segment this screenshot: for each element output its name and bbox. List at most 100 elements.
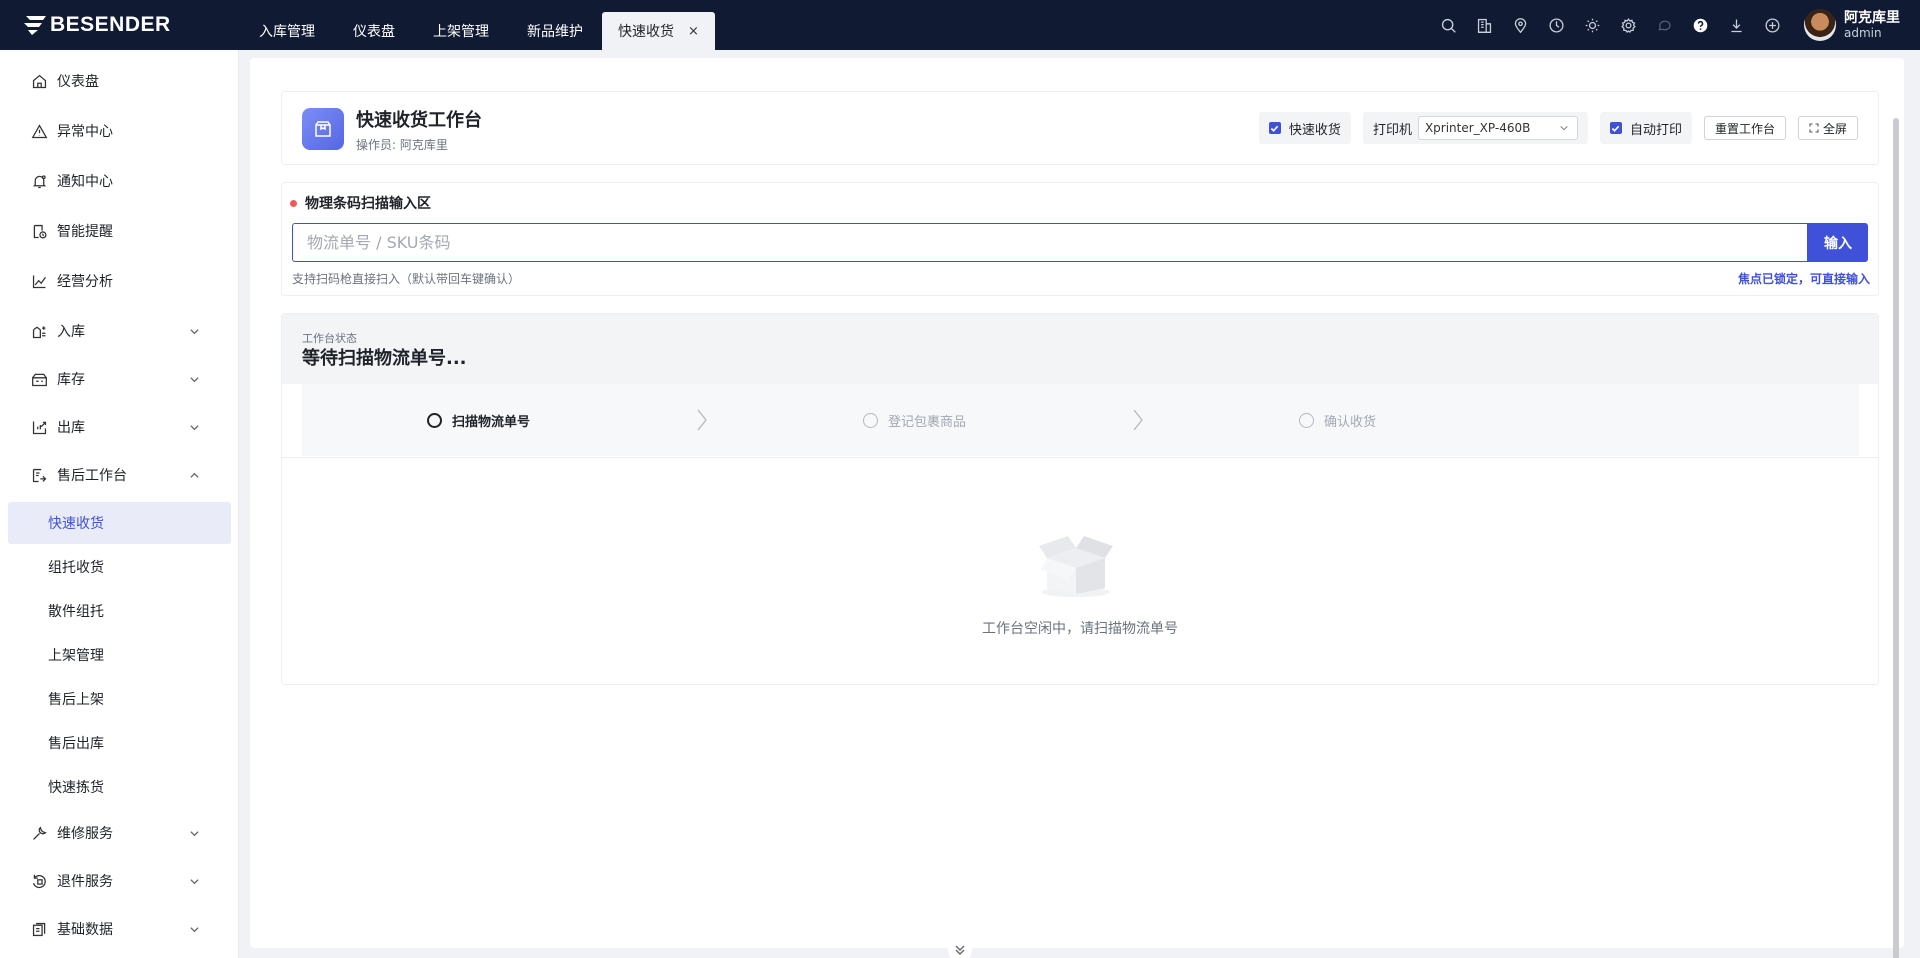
sidebar-item-return-service[interactable]: 退件服务 (0, 859, 239, 903)
divider (282, 457, 1878, 458)
sidebar-item-label: 退件服务 (57, 874, 113, 890)
printer-select[interactable]: Xprinter_XP-460B (1417, 116, 1578, 140)
chevron-right-icon (1133, 409, 1143, 431)
top-nav-tabs: 入库管理 仪表盘 上架管理 新品维护 快速收货 × (240, 0, 715, 50)
printer-value: Xprinter_XP-460B (1424, 121, 1531, 135)
sidebar-item-notification-center[interactable]: 通知中心 (0, 159, 239, 203)
empty-box-icon (1037, 524, 1115, 604)
tab-dashboard[interactable]: 仪表盘 (334, 12, 414, 50)
fullscreen-button[interactable]: 全屏 (1797, 116, 1858, 140)
subitem-pallet-receive[interactable]: 组托收货 (8, 546, 231, 588)
step-scan-tracking: 扫描物流单号 (427, 384, 530, 456)
subitem-loose-palletize[interactable]: 散件组托 (8, 590, 231, 632)
checkbox-checked-icon[interactable] (1268, 122, 1281, 134)
tab-putaway-management[interactable]: 上架管理 (414, 12, 508, 50)
tab-new-product-maintenance[interactable]: 新品维护 (508, 12, 602, 50)
building-icon[interactable] (1466, 0, 1502, 50)
brand-logo[interactable]: BESENDER (0, 0, 240, 50)
checkbox-checked-icon[interactable] (1609, 122, 1622, 134)
workbench-header: 快速收货工作台 操作员: 阿克库里 快速收货 打印机 Xprinter_XP-4… (281, 91, 1879, 165)
chevron-down-icon (190, 376, 199, 382)
scan-input-area: 物理条码扫描输入区 输入 支持扫码枪直接扫入（默认带回车键确认） 焦点已锁定，可… (281, 182, 1879, 296)
progress-steps: 扫描物流单号 登记包裹商品 确认收货 (302, 384, 1859, 456)
workbench-status: 工作台状态 等待扫描物流单号... 扫描物流单号 登记包裹商品 确认收货 工作台… (281, 313, 1879, 685)
download-icon[interactable] (1718, 0, 1754, 50)
scan-area-title-text: 物理条码扫描输入区 (305, 196, 431, 212)
sun-icon[interactable] (1574, 0, 1610, 50)
user-menu[interactable]: 阿克库里 admin (1804, 9, 1900, 41)
sidebar-item-label: 维修服务 (57, 826, 113, 842)
printer-selector: 打印机 Xprinter_XP-460B (1362, 112, 1588, 144)
tab-quick-receive[interactable]: 快速收货 × (602, 12, 715, 50)
reset-workbench-button[interactable]: 重置工作台 (1703, 116, 1786, 140)
chat-icon[interactable] (1646, 0, 1682, 50)
plus-circle-icon[interactable] (1754, 0, 1790, 50)
bell-icon (32, 174, 47, 188)
scan-hint: 支持扫码枪直接扫入（默认带回车键确认） (292, 272, 521, 286)
chevron-down-icon (190, 926, 199, 932)
sidebar-item-aftersales-workbench[interactable]: 售后工作台 (0, 453, 239, 497)
tab-inbound-management[interactable]: 入库管理 (240, 12, 334, 50)
sidebar-item-inventory[interactable]: 库存 (0, 357, 239, 401)
auto-print-toggle[interactable]: 自动打印 (1599, 112, 1692, 144)
subitem-putaway-management[interactable]: 上架管理 (8, 634, 231, 676)
step-label: 登记包裹商品 (888, 414, 967, 430)
chevron-up-icon (190, 472, 199, 478)
subitem-aftersales-putaway[interactable]: 售后上架 (8, 678, 231, 720)
chevron-right-icon (697, 409, 707, 431)
quick-receive-label: 快速收货 (1288, 122, 1341, 138)
step-circle-icon (863, 412, 878, 428)
barcode-input[interactable] (292, 223, 1808, 262)
sidebar-item-smart-reminder[interactable]: 智能提醒 (0, 209, 239, 253)
tab-quick-receive-label: 快速收货 (618, 24, 674, 40)
reset-workbench-label: 重置工作台 (1714, 121, 1775, 136)
submit-barcode-button[interactable]: 输入 (1808, 223, 1868, 262)
sidebar-item-label: 基础数据 (57, 922, 113, 938)
main-content: 快速收货工作台 操作员: 阿克库里 快速收货 打印机 Xprinter_XP-4… (250, 58, 1904, 958)
user-name: 阿克库里 (1844, 9, 1900, 26)
fullscreen-label: 全屏 (1822, 121, 1847, 136)
chevron-down-icon (190, 878, 199, 884)
step-label: 确认收货 (1324, 414, 1377, 430)
sidebar-item-label: 库存 (57, 372, 85, 388)
user-role: admin (1844, 25, 1882, 40)
scan-area-title: 物理条码扫描输入区 (290, 193, 431, 213)
quick-receive-toggle[interactable]: 快速收货 (1258, 112, 1351, 144)
status-header: 工作台状态 等待扫描物流单号... (282, 314, 1878, 384)
subitem-quick-picking[interactable]: 快速拣货 (8, 766, 231, 808)
auto-print-label: 自动打印 (1629, 122, 1682, 138)
sidebar-item-label: 异常中心 (57, 124, 113, 140)
close-tab-icon[interactable]: × (688, 24, 699, 39)
subitem-aftersales-outbound[interactable]: 售后出库 (8, 722, 231, 764)
clock-icon[interactable] (1538, 0, 1574, 50)
sidebar-item-label: 智能提醒 (57, 224, 113, 240)
sidebar-item-exception-center[interactable]: 异常中心 (0, 109, 239, 153)
database-icon (32, 922, 46, 936)
help-icon[interactable] (1682, 0, 1718, 50)
chevron-down-icon (1560, 125, 1568, 131)
avatar (1804, 9, 1836, 41)
empty-state-text: 工作台空闲中，请扫描物流单号 (982, 621, 1178, 637)
sidebar-item-base-data[interactable]: 基础数据 (0, 907, 239, 951)
reminder-icon (33, 224, 47, 239)
step-label: 扫描物流单号 (452, 414, 531, 430)
sidebar-item-label: 仪表盘 (57, 74, 99, 90)
subitem-quick-receive[interactable]: 快速收货 (8, 502, 231, 544)
collapse-toggle-icon[interactable] (948, 938, 972, 958)
sidebar-item-outbound[interactable]: 出库 (0, 405, 239, 449)
brand-mark-icon (24, 16, 46, 35)
sidebar-item-business-analysis[interactable]: 经营分析 (0, 259, 239, 303)
scrollbar[interactable] (1893, 118, 1899, 958)
printer-label: 打印机 (1372, 122, 1412, 138)
step-register-items: 登记包裹商品 (863, 384, 966, 456)
home-icon (32, 74, 47, 88)
fullscreen-icon (1809, 123, 1819, 133)
step-circle-icon (1299, 412, 1314, 428)
sidebar-item-repair-service[interactable]: 维修服务 (0, 811, 239, 855)
location-icon[interactable] (1502, 0, 1538, 50)
search-icon[interactable] (1430, 0, 1466, 50)
sidebar-item-inbound[interactable]: 入库 (0, 309, 239, 353)
step-circle-icon (427, 412, 442, 428)
sidebar-item-dashboard[interactable]: 仪表盘 (0, 59, 239, 103)
gear-icon[interactable] (1610, 0, 1646, 50)
